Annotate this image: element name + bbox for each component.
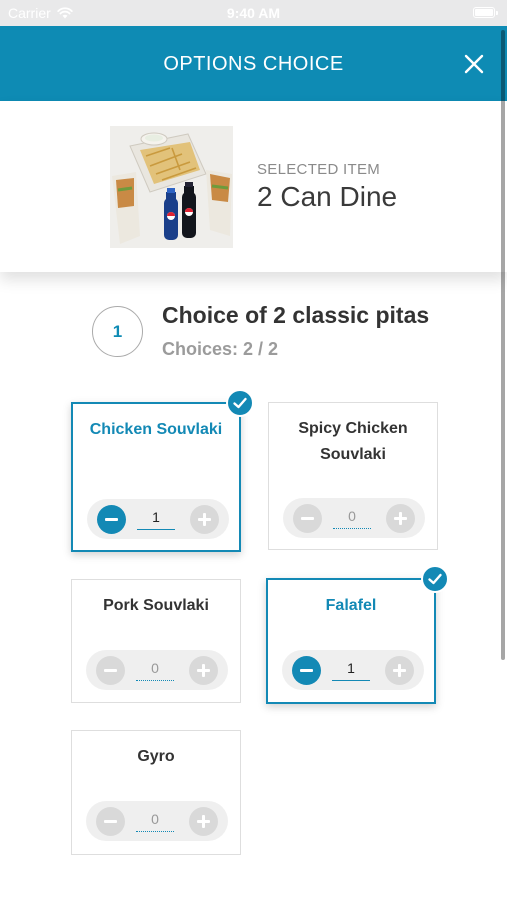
minus-button[interactable]: [292, 656, 321, 685]
plus-button[interactable]: [189, 807, 218, 836]
option-name: Pork Souvlaki: [103, 597, 209, 614]
option-card-pork-souvlaki[interactable]: Pork Souvlaki 0: [71, 579, 241, 703]
minus-button[interactable]: [97, 505, 126, 534]
selected-item-name: 2 Can Dine: [257, 181, 398, 212]
minus-button[interactable]: [293, 504, 322, 533]
option-name: Chicken Souvlaki: [89, 421, 223, 438]
scrollbar[interactable]: [501, 30, 505, 660]
page-title: OPTIONS CHOICE: [163, 53, 344, 75]
quantity-value[interactable]: 1: [137, 506, 175, 530]
quantity-value[interactable]: 0: [333, 505, 371, 529]
step-number-badge: 1: [92, 306, 143, 357]
plus-button[interactable]: [190, 505, 219, 534]
checkmark-icon: [226, 389, 254, 417]
plus-button[interactable]: [386, 504, 415, 533]
selected-item-card: SELECTED ITEM 2 Can Dine: [0, 101, 507, 272]
status-bar: Carrier 9:40 AM: [0, 0, 507, 26]
header-bar: OPTIONS CHOICE: [0, 26, 507, 101]
option-card-spicy-chicken-souvlaki[interactable]: Spicy Chicken Souvlaki 0: [268, 402, 438, 550]
checkmark-icon: [421, 565, 449, 593]
option-name: Gyro: [137, 748, 175, 765]
quantity-value[interactable]: 0: [136, 808, 174, 832]
quantity-stepper: 1: [282, 650, 424, 690]
section-title: Choice of 2 classic pitas: [162, 302, 430, 328]
quantity-value[interactable]: 0: [136, 657, 174, 681]
minus-button[interactable]: [96, 656, 125, 685]
plus-button[interactable]: [385, 656, 414, 685]
quantity-value[interactable]: 1: [332, 657, 370, 681]
choices-count: Choices: 2 / 2: [162, 339, 279, 359]
selected-item-label: SELECTED ITEM: [257, 161, 381, 178]
plus-button[interactable]: [189, 656, 218, 685]
clock: 9:40 AM: [226, 5, 281, 21]
battery-icon: [473, 7, 498, 18]
option-card-chicken-souvlaki[interactable]: Chicken Souvlaki 1: [71, 389, 254, 552]
quantity-stepper: 0: [86, 801, 228, 841]
option-card-gyro[interactable]: Gyro 0: [71, 730, 241, 855]
close-icon[interactable]: [463, 53, 485, 75]
option-name: Spicy Chicken Souvlaki: [298, 420, 408, 463]
quantity-stepper: 0: [283, 498, 425, 538]
quantity-stepper: 0: [86, 650, 228, 690]
quantity-stepper: 1: [87, 499, 229, 539]
option-name: Falafel: [325, 597, 377, 614]
minus-button[interactable]: [96, 807, 125, 836]
product-image: [110, 126, 233, 248]
option-card-falafel[interactable]: Falafel 1: [266, 565, 449, 704]
